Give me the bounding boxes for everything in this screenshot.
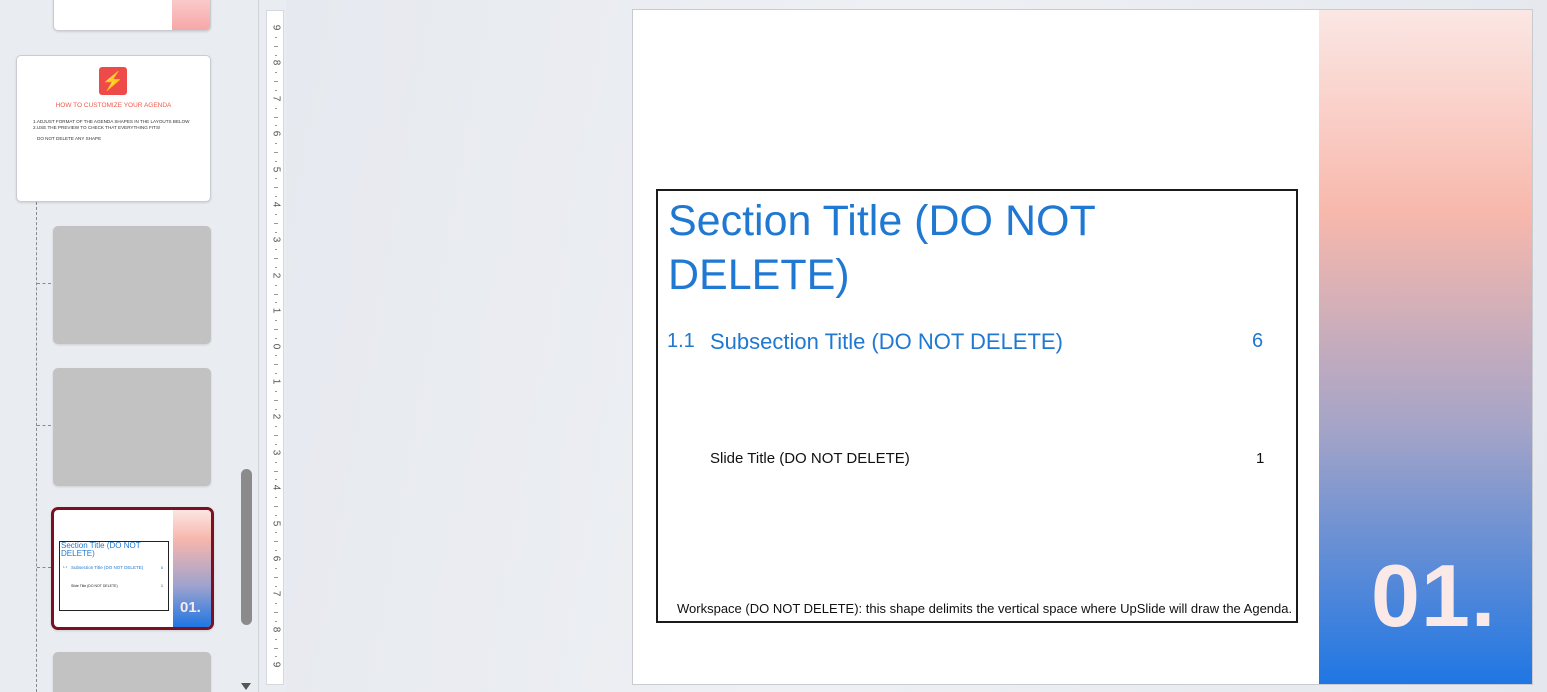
ruler-label: 9 [270, 24, 282, 31]
ruler-label: 3 [270, 449, 282, 456]
ruler-label: 5 [270, 166, 282, 172]
ruler-tick [275, 461, 277, 463]
ruler-label: 4 [270, 484, 282, 491]
section-title[interactable]: Section Title (DO NOT DELETE) [668, 194, 1168, 302]
slide-thumbnail-gray[interactable] [53, 226, 211, 344]
thumb-line: DO NOT DELETE ANY SHAPE [37, 136, 102, 141]
slide[interactable]: 01. Section Title (DO NOT DELETE) 1.1 Su… [632, 9, 1533, 685]
ruler-label: 8 [270, 60, 282, 66]
slide-thumbnail-partial[interactable] [53, 0, 211, 31]
ruler-label: 7 [270, 95, 282, 102]
tree-connector [37, 283, 51, 284]
ruler-tick [275, 178, 277, 180]
thumb-title: HOW TO CUSTOMIZE YOUR AGENDA [55, 102, 172, 109]
ruler-label: 4 [270, 201, 282, 208]
ruler-tick [274, 470, 278, 472]
ruler-tick [274, 576, 278, 578]
ruler-tick [275, 107, 277, 109]
ruler-tick [275, 638, 277, 640]
ruler-tick [275, 355, 277, 357]
ruler-label: 3 [270, 237, 282, 243]
ruler-tick [275, 603, 277, 605]
ruler-tick [274, 435, 278, 437]
ruler-tick [274, 364, 278, 366]
slide-title[interactable]: Slide Title (DO NOT DELETE) [710, 450, 910, 467]
ruler-label: 9 [270, 661, 282, 668]
ruler-tick [274, 151, 278, 153]
ruler-tick [274, 222, 278, 224]
tree-connector [37, 425, 51, 426]
ruler-tick [274, 187, 278, 189]
vertical-ruler[interactable]: 9 8 7 6 5 4 3 2 1 0 1 2 3 4 5 6 7 8 9 [266, 10, 284, 685]
thumb-sub-page: 6 [161, 565, 164, 570]
slide-thumbnail-gray[interactable] [53, 368, 211, 486]
panel-scrollbar-thumb[interactable] [241, 469, 252, 625]
ruler-label: 7 [270, 591, 282, 597]
ruler-label: 0 [270, 343, 282, 349]
slide-thumbnail-agenda-help[interactable]: ⚡ HOW TO CUSTOMIZE YOUR AGENDA 1.ADJUST … [16, 55, 211, 202]
panel-divider[interactable] [258, 0, 259, 692]
lightning-icon: ⚡ [99, 67, 127, 95]
ruler-label: 2 [270, 414, 282, 420]
ruler-tick [275, 567, 277, 569]
slide-thumbnail-panel: ⚡ HOW TO CUSTOMIZE YOUR AGENDA 1.ADJUST … [0, 0, 236, 692]
thumb-section-title: Section Title (DO NOT DELETE) [61, 541, 141, 558]
ruler-label: 2 [270, 272, 282, 279]
ruler-tick [274, 612, 278, 614]
ruler-tick [274, 647, 278, 649]
thumb-line: 2.USE THE PREVIEW TO CHECK THAT EVERYTHI… [33, 125, 161, 130]
slide-thumbnail-gray[interactable] [53, 652, 211, 692]
ruler-tick [275, 213, 277, 215]
ruler-tick [275, 143, 277, 145]
ruler-tick [274, 258, 278, 260]
subsection-title[interactable]: Subsection Title (DO NOT DELETE) [710, 329, 1063, 355]
ruler-label: 6 [270, 555, 282, 562]
scroll-down-arrow-icon[interactable] [241, 683, 251, 690]
thumb-number: 01. [180, 599, 201, 616]
ruler-tick [274, 328, 278, 330]
ruler-tick [275, 72, 277, 74]
slide-thumbnail-selected[interactable]: Section Title (DO NOT DELETE) 1.1 Subsec… [51, 507, 214, 630]
ruler-tick [274, 45, 278, 47]
thumb-slide-title: Slide Title (DO NOT DELETE) [71, 584, 118, 588]
ruler-tick [274, 399, 278, 401]
ruler-tick [275, 320, 277, 322]
ruler-label: 6 [270, 130, 282, 137]
section-number[interactable]: 01. [1371, 545, 1496, 647]
thumb-sub-num: 1.1 [63, 565, 68, 569]
subsection-number[interactable]: 1.1 [667, 330, 695, 353]
tree-connector-vertical [36, 202, 37, 692]
workspace-note[interactable]: Workspace (DO NOT DELETE): this shape de… [677, 601, 1292, 616]
ruler-tick [275, 497, 277, 499]
thumb-line: 1.ADJUST FORMAT OF THE AGENDA SHAPES IN … [33, 119, 190, 124]
ruler-tick [274, 293, 278, 295]
thumb-sub-title: Subsection Title (DO NOT DELETE) [71, 565, 144, 570]
ruler-tick [275, 390, 277, 392]
ruler-label: 1 [270, 307, 282, 314]
ruler-tick [274, 81, 278, 83]
ruler-tick [274, 116, 278, 118]
ruler-tick [275, 249, 277, 251]
ruler-tick [275, 426, 277, 428]
ruler-label: 5 [270, 520, 282, 526]
ruler-tick [275, 532, 277, 534]
ruler-label: 8 [270, 626, 282, 633]
ruler-tick [275, 284, 277, 286]
ruler-tick [275, 36, 277, 38]
thumb-slide-page: 1 [161, 584, 163, 588]
slide-page-number[interactable]: 1 [1256, 450, 1264, 467]
ruler-tick [274, 505, 278, 507]
subsection-page-number[interactable]: 6 [1252, 330, 1263, 353]
tree-connector [37, 567, 51, 568]
ruler-label: 1 [270, 378, 282, 385]
ruler-tick [274, 541, 278, 543]
